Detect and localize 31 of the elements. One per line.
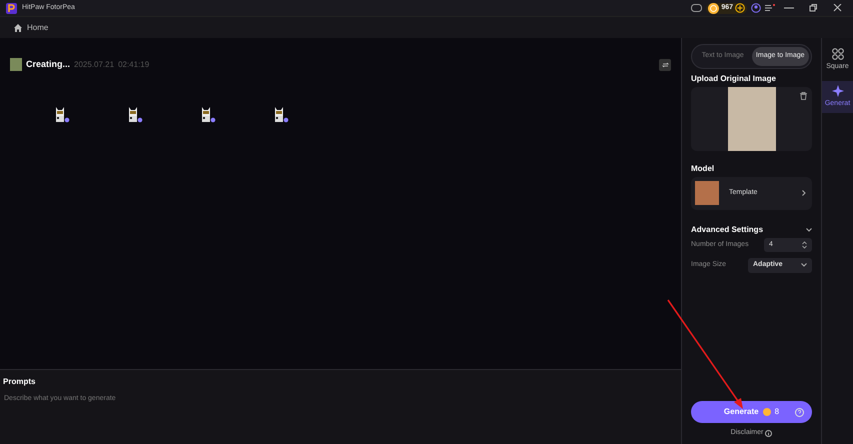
home-icon[interactable]: [14, 24, 22, 32]
sparkle-icon: [832, 84, 844, 96]
grid-icon: [832, 48, 844, 60]
account-icon[interactable]: [751, 3, 761, 13]
advanced-settings-title: Advanced Settings: [691, 224, 764, 236]
upload-title: Upload Original Image: [691, 72, 777, 84]
app-logo-icon: [6, 2, 17, 14]
model-title: Model: [691, 162, 716, 174]
photo-placeholder: [728, 86, 776, 150]
model-thumbnail-placeholder: [695, 181, 719, 205]
up-down-arrows-icon: [802, 240, 807, 249]
home-link[interactable]: Home: [27, 22, 48, 34]
task-date: 2025.07.21: [74, 58, 114, 71]
coin-icon: [708, 2, 720, 14]
info-icon[interactable]: [765, 430, 772, 436]
upload-area[interactable]: [691, 86, 812, 150]
chevron-down-icon[interactable]: [806, 228, 812, 232]
task-time: 02:41:19: [118, 58, 150, 71]
chevron-down-icon: [801, 263, 807, 268]
thumbnail-placeholder: [10, 58, 22, 72]
menu-icon[interactable]: [765, 4, 775, 12]
add-icon[interactable]: [735, 3, 745, 13]
chevron-right-icon: [802, 190, 806, 196]
prompts-title: Prompts: [3, 376, 36, 388]
generate-button[interactable]: Generate 8: [691, 401, 812, 423]
trash-icon[interactable]: [800, 92, 807, 100]
refresh-button[interactable]: [659, 58, 671, 71]
coin-icon: [762, 408, 771, 416]
task-status: Creating...: [26, 58, 70, 71]
help-icon[interactable]: [795, 408, 804, 416]
refresh-icon: [662, 62, 668, 68]
